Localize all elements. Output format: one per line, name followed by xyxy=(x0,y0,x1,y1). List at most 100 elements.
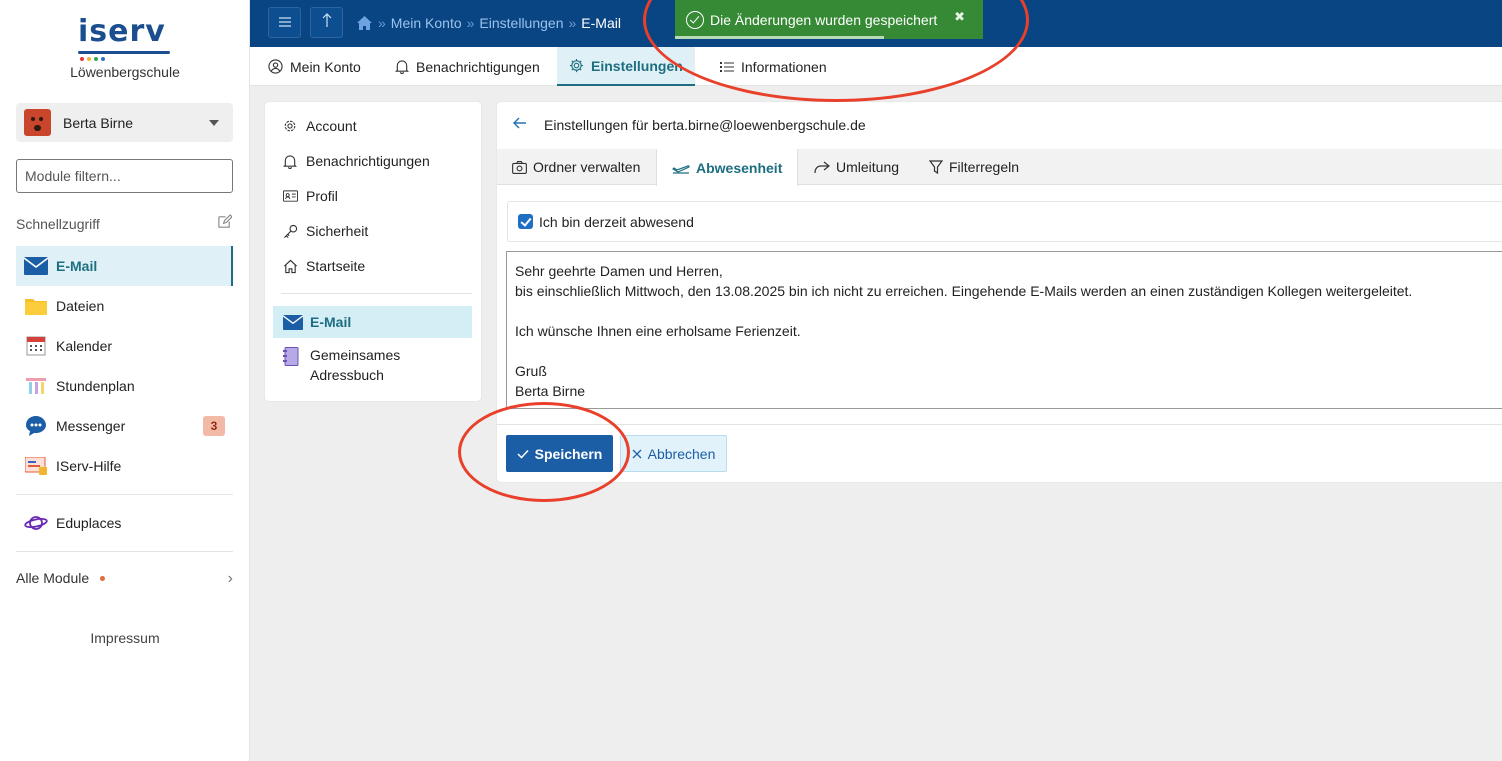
edit-icon[interactable] xyxy=(217,214,232,229)
all-modules-label: Alle Module xyxy=(16,570,90,586)
tab-label: Filterregeln xyxy=(949,159,1020,175)
toast-progress xyxy=(675,36,885,39)
timetable-icon xyxy=(24,374,48,398)
tab-label: Benachrichtigungen xyxy=(416,58,540,75)
absent-checkbox[interactable] xyxy=(518,214,533,229)
new-indicator-dot xyxy=(100,575,106,581)
settings-item-label: Sicherheit xyxy=(306,223,369,239)
impressum-link[interactable]: Impressum xyxy=(0,630,250,646)
settings-item-startpage[interactable]: Startseite xyxy=(273,250,472,282)
up-button[interactable] xyxy=(310,7,343,38)
forward-icon xyxy=(814,161,830,174)
mail-icon xyxy=(24,254,48,278)
tab-manage-folders[interactable]: Ordner verwalten xyxy=(497,149,655,185)
absence-checkbox-row: Ich bin derzeit abwesend xyxy=(507,201,1502,242)
plane-icon xyxy=(672,162,690,174)
absence-message-textarea[interactable]: Sehr geehrte Damen und Herren, bis einsc… xyxy=(506,251,1502,409)
all-modules-link[interactable]: Alle Module › xyxy=(16,570,233,587)
sidebar-item-label: IServ-Hilfe xyxy=(56,458,122,474)
tab-settings[interactable]: Einstellungen xyxy=(557,47,695,86)
filter-icon xyxy=(929,160,943,174)
id-card-icon xyxy=(283,190,299,202)
message-line: Berta Birne xyxy=(515,383,586,399)
bell-icon xyxy=(283,154,299,169)
tab-information[interactable]: Informationen xyxy=(708,47,839,86)
message-line: bis einschließlich Mittwoch, den 13.08.2… xyxy=(515,283,1413,299)
user-menu[interactable]: Berta Birne xyxy=(16,103,233,142)
help-icon xyxy=(24,454,48,478)
success-toast: Die Änderungen wurden gespeichert ✖ xyxy=(675,0,983,39)
settings-item-label: Benachrichtigungen xyxy=(306,153,430,169)
close-icon xyxy=(632,449,642,458)
tab-filter-rules[interactable]: Filterregeln xyxy=(914,149,1034,185)
message-line: Ich wünsche Ihnen eine erholsame Ferienz… xyxy=(515,323,801,339)
back-arrow-icon[interactable] xyxy=(513,116,527,134)
caret-down-icon xyxy=(209,119,219,126)
menu-button[interactable] xyxy=(268,7,301,38)
sidebar-item-messenger[interactable]: Messenger 3 xyxy=(16,406,233,446)
save-button-label: Speichern xyxy=(534,445,603,462)
tab-my-account[interactable]: Mein Konto xyxy=(256,47,373,86)
settings-item-account[interactable]: Account xyxy=(273,110,472,142)
sidebar-divider xyxy=(16,551,233,552)
tab-notifications[interactable]: Benachrichtigungen xyxy=(383,47,552,86)
sidebar-item-label: Eduplaces xyxy=(56,515,122,531)
iserv-logo[interactable]: iserv xyxy=(78,17,170,61)
calendar-icon xyxy=(24,334,48,358)
tab-label: Informationen xyxy=(741,58,827,75)
panel-header: Einstellungen für berta.birne@loewenberg… xyxy=(497,102,1502,148)
sidebar-item-label: Dateien xyxy=(56,298,105,314)
sidebar-item-email[interactable]: E-Mail xyxy=(16,246,233,286)
sidebar-item-eduplaces[interactable]: Eduplaces xyxy=(16,503,233,543)
unread-badge: 3 xyxy=(203,416,225,436)
camera-icon xyxy=(512,160,527,174)
sidebar-item-timetable[interactable]: Stundenplan xyxy=(16,366,233,406)
module-filter-input[interactable] xyxy=(16,159,233,193)
cancel-button[interactable]: Abbrechen xyxy=(620,435,727,472)
home-icon[interactable] xyxy=(356,15,373,31)
absent-checkbox-label[interactable]: Ich bin derzeit abwesend xyxy=(539,214,694,230)
tab-forwarding[interactable]: Umleitung xyxy=(799,149,914,185)
arrow-up-icon xyxy=(322,13,331,27)
email-settings-panel: Einstellungen für berta.birne@loewenberg… xyxy=(497,102,1502,482)
panel-title: Einstellungen für berta.birne@loewenberg… xyxy=(544,117,866,133)
sidebar-item-label: Stundenplan xyxy=(56,378,135,394)
save-button[interactable]: Speichern xyxy=(506,435,613,472)
tab-absence[interactable]: Abwesenheit xyxy=(656,149,799,186)
settings-nav: Account Benachrichtigungen Profil Sicher… xyxy=(265,102,481,401)
account-subnav: Mein Konto Benachrichtigungen Einstellun… xyxy=(250,47,1502,86)
avatar xyxy=(24,109,51,136)
settings-item-notifications[interactable]: Benachrichtigungen xyxy=(273,145,472,177)
sidebar-divider xyxy=(16,494,233,495)
sidebar-item-help[interactable]: IServ-Hilfe xyxy=(16,446,233,486)
breadcrumb-my-account[interactable]: Mein Konto xyxy=(391,15,462,31)
settings-nav-divider xyxy=(281,293,472,294)
close-icon[interactable]: ✖ xyxy=(954,9,965,25)
breadcrumb: » Mein Konto » Einstellungen » E-Mail xyxy=(356,15,621,31)
settings-item-addressbook[interactable]: Gemeinsames Adressbuch xyxy=(273,345,472,389)
sidebar-item-label: E-Mail xyxy=(56,258,98,274)
logo-underline xyxy=(78,51,170,54)
user-circle-icon xyxy=(268,59,283,74)
cancel-button-label: Abbrechen xyxy=(647,445,716,462)
email-settings-tabs: Ordner verwalten Abwesenheit Umleitung F… xyxy=(497,149,1502,186)
settings-item-label: Startseite xyxy=(306,258,366,274)
tab-label: Ordner verwalten xyxy=(533,159,641,175)
gear-icon xyxy=(569,58,584,73)
settings-item-security[interactable]: Sicherheit xyxy=(273,215,472,247)
sidebar-item-calendar[interactable]: Kalender xyxy=(16,326,233,366)
messenger-icon xyxy=(24,414,48,438)
check-icon xyxy=(517,449,529,459)
hamburger-icon xyxy=(278,17,291,27)
sidebar-item-files[interactable]: Dateien xyxy=(16,286,233,326)
chevron-right-icon: › xyxy=(227,570,233,587)
settings-item-email[interactable]: E-Mail xyxy=(273,306,472,338)
toast-message: Die Änderungen wurden gespeichert xyxy=(710,11,938,28)
tab-label: Abwesenheit xyxy=(696,159,783,176)
settings-item-profile[interactable]: Profil xyxy=(273,180,472,212)
tab-label: Umleitung xyxy=(836,159,900,175)
bell-icon xyxy=(395,59,409,74)
logo-dots xyxy=(80,57,105,61)
settings-item-label: Profil xyxy=(306,188,338,204)
breadcrumb-settings[interactable]: Einstellungen xyxy=(479,15,563,31)
